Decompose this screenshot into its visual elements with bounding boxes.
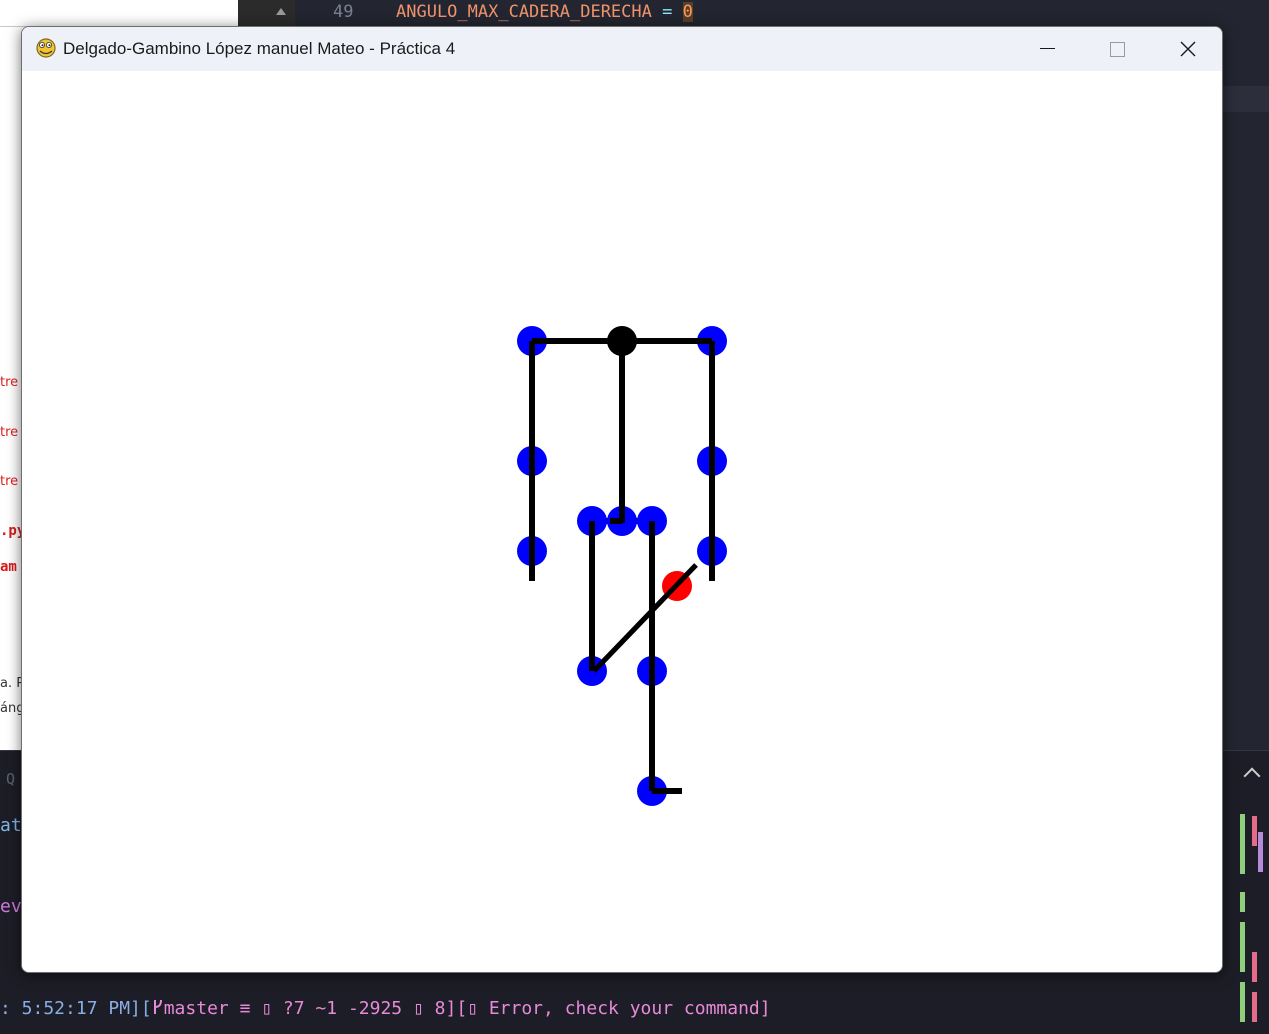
code-identifier: ANGULO_MAX_CADERA_DERECHA [396, 2, 652, 22]
terminal-scroll-markers[interactable] [1238, 812, 1263, 1027]
scroll-mark [1258, 832, 1263, 872]
scroll-mark [1252, 952, 1257, 982]
left-fragment-1: tre [0, 375, 19, 390]
scroll-mark [1240, 982, 1245, 1022]
maximize-icon [1110, 42, 1125, 57]
window-titlebar[interactable]: Delgado-Gambino López manuel Mateo - Prá… [22, 27, 1222, 71]
status-error: Error, check your command] [478, 998, 771, 1019]
scroll-mark [1240, 922, 1245, 972]
code-text: ANGULO_MAX_CADERA_DERECHA = 0 [396, 2, 693, 22]
minimize-icon [1040, 48, 1055, 49]
terminal-fragment-at: at [0, 815, 22, 836]
left-shin-overlay [592, 563, 698, 673]
maximize-button[interactable] [1082, 27, 1152, 71]
stick-figure [517, 326, 727, 806]
close-icon [1180, 41, 1196, 57]
pygame-canvas[interactable] [22, 71, 1222, 972]
close-button[interactable] [1152, 27, 1222, 71]
current-line-highlight [1222, 86, 1269, 112]
minimize-button[interactable] [1012, 27, 1082, 71]
git-branch-icon [153, 999, 162, 1014]
code-operator: = [662, 2, 673, 22]
code-value: 0 [682, 2, 693, 22]
scroll-mark [1240, 814, 1245, 874]
pygame-window[interactable]: Delgado-Gambino López manuel Mateo - Prá… [21, 26, 1223, 973]
line-number: 49 [333, 2, 354, 22]
scroll-mark [1252, 992, 1257, 1022]
window-title: Delgado-Gambino López manuel Mateo - Prá… [63, 39, 456, 58]
left-panel-scrollbar[interactable] [238, 0, 295, 26]
terminal-fragment-q: Q [6, 770, 16, 788]
pygame-snake-icon [36, 38, 56, 58]
scroll-up-arrow-icon[interactable] [276, 8, 286, 15]
status-time: : 5:52:17 PM][ [0, 998, 152, 1019]
scroll-mark [1240, 892, 1245, 912]
left-fragment-2: tre [0, 425, 19, 440]
terminal-status-line: : 5:52:17 PM][ master ≡ ▯ ?7 ~1 -2925 ▯ 8… [0, 998, 771, 1024]
status-branch: master ≡ ▯ ?7 ~1 -2925 ▯ 8][▯ [152, 998, 478, 1019]
bone-overlays [529, 338, 715, 794]
left-panel-header [0, 0, 238, 27]
left-fragment-3: tre [0, 474, 19, 489]
left-fragment-5: am [0, 559, 17, 575]
scroll-mark [1252, 816, 1257, 846]
status-branch-text: master ≡ ▯ ?7 ~1 -2925 ▯ 8][▯ [163, 998, 478, 1019]
